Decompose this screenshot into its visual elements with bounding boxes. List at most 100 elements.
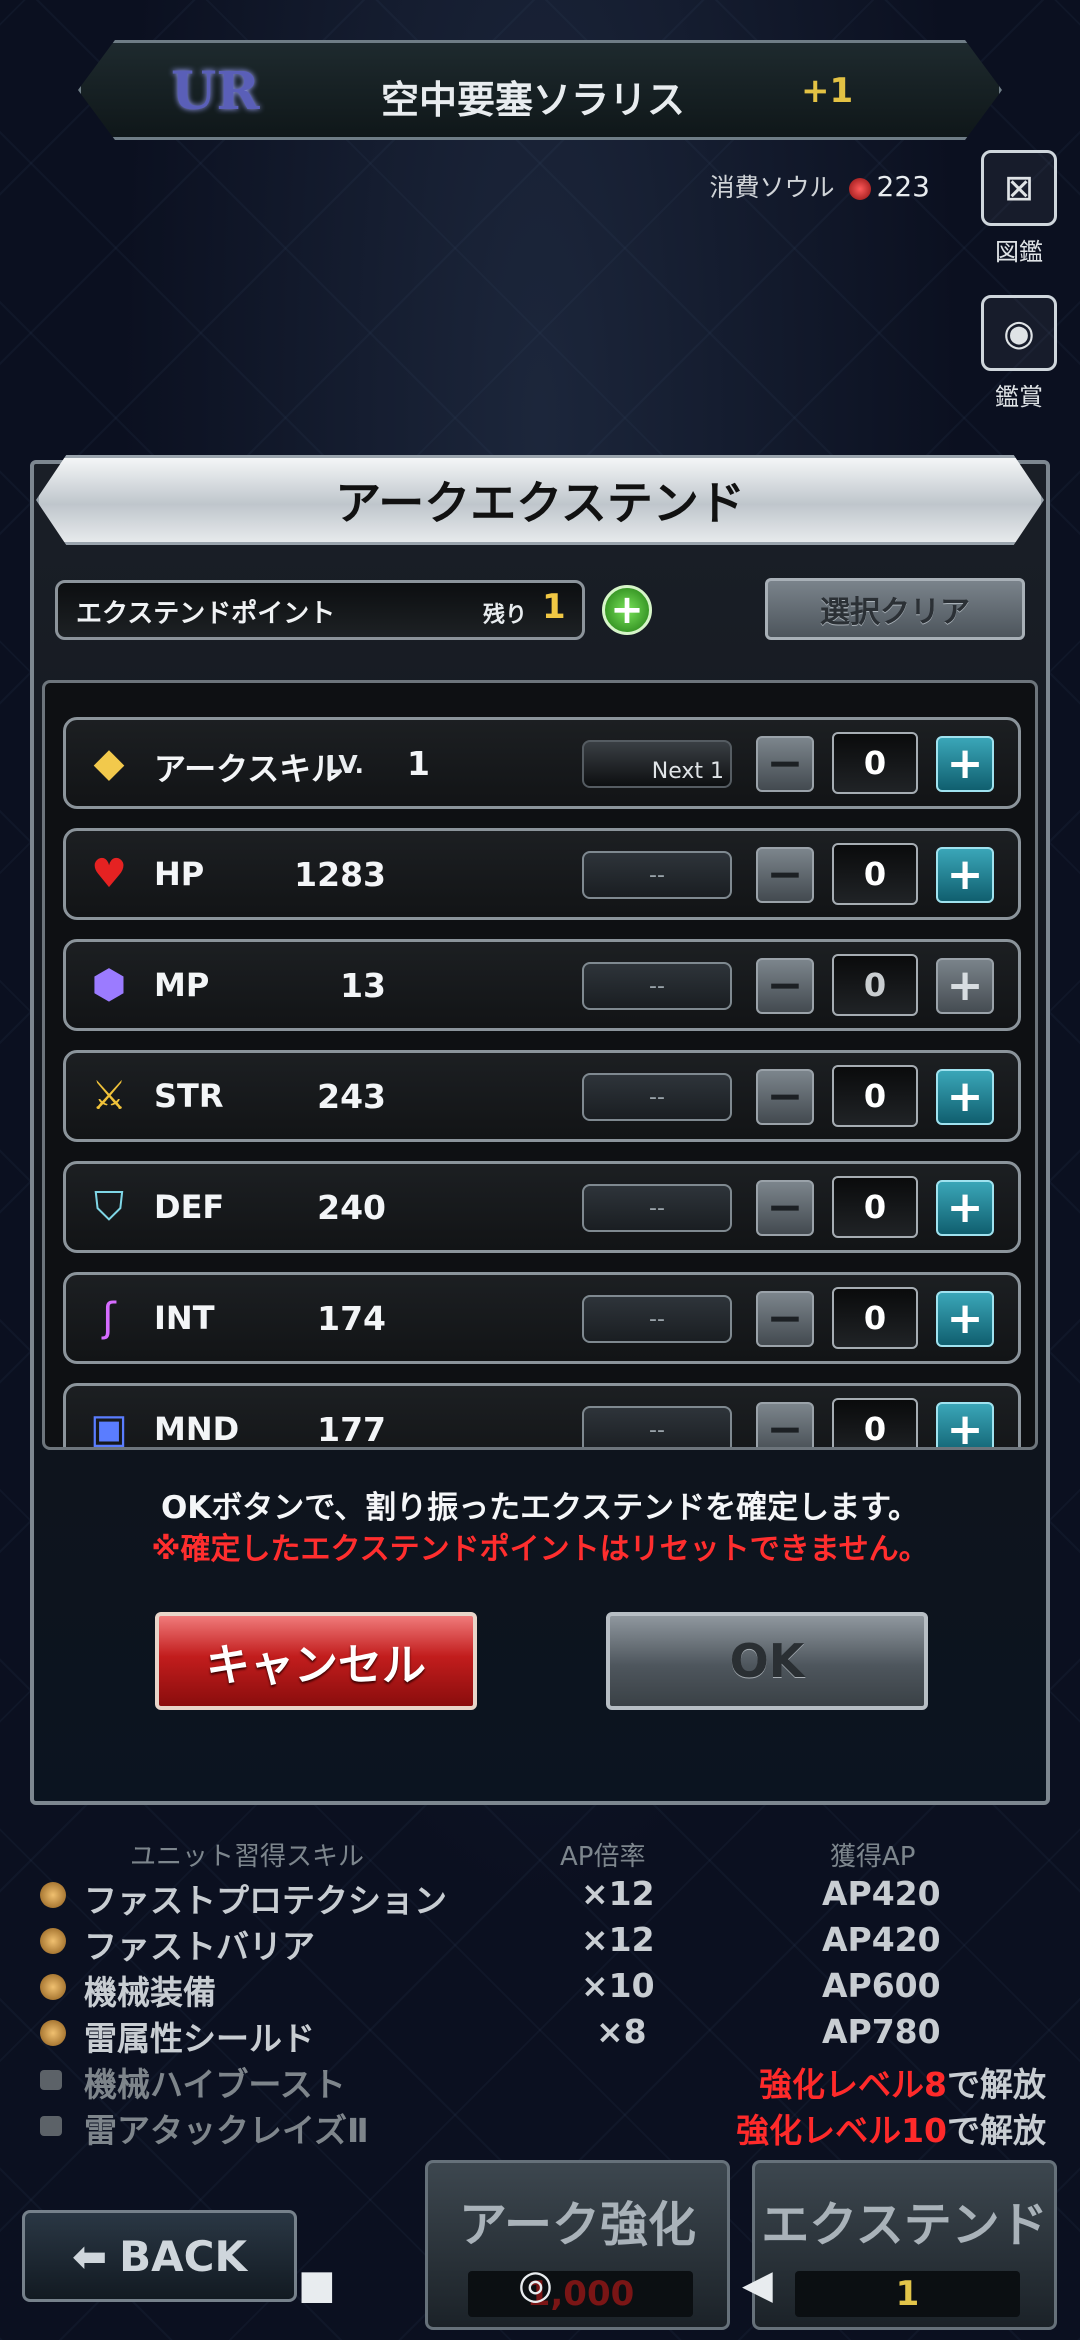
back-button[interactable]: ⬅ BACK — [22, 2210, 297, 2302]
extend-points-label: エクステンドポイント — [76, 599, 336, 629]
mnd-icon: ▣ — [90, 1406, 128, 1450]
nav-back-icon[interactable]: ◀ — [742, 2262, 773, 2308]
appraisal-button[interactable]: ◉ 鑑賞 — [974, 295, 1064, 412]
extend-points-box: エクステンドポイント 残り 1 — [55, 580, 585, 640]
skill-ap: AP780 — [822, 2012, 941, 2051]
stat-row-hp: ♥ HP 1283 -- − 0 + — [63, 828, 1021, 920]
allocated-count: 0 — [832, 1398, 918, 1447]
lock-icon — [40, 2070, 62, 2090]
stat-bar: -- — [582, 851, 732, 899]
unit-name: 空中要塞ソラリス — [381, 78, 686, 122]
stat-row-mp: ⬢ MP 13 -- − 0 + — [63, 939, 1021, 1031]
skill-row: ファストプロテクション ×12 AP420 — [36, 1872, 1046, 1920]
ok-button[interactable]: OK — [606, 1612, 928, 1710]
locked-skill-row: 雷アタックレイズⅡ 強化レベル10で解放 — [36, 2102, 1046, 2150]
unlock-level: 強化レベル8 — [759, 2065, 947, 2104]
encyclopedia-label: 図鑑 — [995, 238, 1043, 266]
skill-row: ファストバリア ×12 AP420 — [36, 1918, 1046, 1966]
skill-multiplier: ×10 — [581, 1966, 655, 2005]
stat-name: INT — [154, 1299, 215, 1337]
stat-name: MND — [154, 1410, 240, 1448]
stat-bar: -- — [582, 1073, 732, 1121]
stat-list[interactable]: ◆ アークスキル LV. 1 Next 1 − 0 + ♥ HP 1283 --… — [42, 680, 1038, 1450]
stat-value: 177 — [317, 1410, 386, 1449]
reset-warning: ※確定したエクステンドポイントはリセットできません。 — [151, 1532, 929, 1567]
ark-enhance-label: アーク強化 — [458, 2197, 697, 2253]
decrease-button[interactable]: − — [756, 847, 814, 903]
level-label: LV. — [325, 750, 364, 779]
unlock-level: 強化レベル10 — [736, 2111, 947, 2150]
decrease-button[interactable]: − — [756, 1291, 814, 1347]
skill-orb-icon — [40, 1882, 66, 1908]
stat-row-mnd: ▣ MND 177 -- − 0 + — [63, 1383, 1021, 1450]
unlock-condition: 強化レベル8で解放 — [759, 2058, 1046, 2106]
skill-name: ファストバリア — [84, 1927, 315, 1966]
extend-points: 1 — [795, 2271, 1020, 2317]
remaining-label: 残り — [483, 603, 528, 628]
heart-icon: ♥ — [91, 851, 127, 897]
add-points-button[interactable]: + — [602, 585, 652, 635]
ark-enhance-button[interactable]: アーク強化 1,000 — [425, 2160, 730, 2330]
extend-button[interactable]: エクステンド 1 — [752, 2160, 1057, 2330]
allocated-count: 0 — [832, 1287, 918, 1349]
unlock-suffix: で解放 — [947, 2065, 1046, 2104]
nav-recents-icon[interactable]: ■ — [298, 2262, 336, 2308]
soul-icon — [848, 178, 871, 200]
stat-value: 240 — [317, 1188, 386, 1227]
decrease-button[interactable]: − — [756, 1069, 814, 1125]
extend-label: エクステンド — [761, 2197, 1048, 2253]
back-arrow-icon: ⬅ — [71, 2231, 108, 2281]
next-level-bar: Next 1 — [582, 740, 732, 788]
skill-row: 機械装備 ×10 AP600 — [36, 1964, 1046, 2012]
increase-button[interactable]: + — [936, 958, 994, 1014]
decrease-button[interactable]: − — [756, 736, 814, 792]
increase-button[interactable]: + — [936, 1069, 994, 1125]
stat-row-str: ⚔ STR 243 -- − 0 + — [63, 1050, 1021, 1142]
mp-orb-icon: ⬢ — [91, 962, 127, 1008]
skills-header-multiplier: AP倍率 — [560, 1842, 646, 1872]
increase-button[interactable]: + — [936, 847, 994, 903]
stat-row-def: ⛉ DEF 240 -- − 0 + — [63, 1161, 1021, 1253]
unlock-condition: 強化レベル10で解放 — [736, 2104, 1046, 2152]
increase-button[interactable]: + — [936, 1180, 994, 1236]
appraisal-label: 鑑賞 — [995, 383, 1043, 411]
rarity-badge: UR — [171, 61, 260, 122]
skill-multiplier: ×12 — [581, 1920, 655, 1959]
skill-orb-icon — [40, 1928, 66, 1954]
nav-home-icon[interactable]: ◎ — [518, 2262, 553, 2308]
stat-value: 1 — [407, 744, 430, 783]
stat-name: MP — [154, 966, 210, 1004]
encyclopedia-button[interactable]: ⊠ 図鑑 — [974, 150, 1064, 267]
stat-bar: -- — [582, 1406, 732, 1447]
skill-ap: AP600 — [822, 1966, 941, 2005]
skill-name: 雷アタックレイズⅡ — [84, 2111, 369, 2150]
back-label: BACK — [119, 2231, 248, 2281]
stat-bar: -- — [582, 1295, 732, 1343]
stat-value: 174 — [317, 1299, 386, 1338]
allocated-count: 0 — [832, 1176, 918, 1238]
stat-row-ark-skill: ◆ アークスキル LV. 1 Next 1 − 0 + — [63, 717, 1021, 809]
increase-button[interactable]: + — [936, 736, 994, 792]
skill-multiplier: ×12 — [581, 1874, 655, 1913]
book-icon: ⊠ — [981, 150, 1057, 226]
soul-label: 消費ソウル — [709, 173, 835, 202]
stat-name: DEF — [154, 1188, 225, 1226]
unit-plus-level: +1 — [801, 71, 854, 111]
stat-value: 1283 — [294, 855, 386, 894]
skills-header-ap: 獲得AP — [830, 1842, 916, 1872]
allocated-count: 0 — [832, 732, 918, 794]
decrease-button[interactable]: − — [756, 1402, 814, 1447]
unit-title-bar: UR 空中要塞ソラリス +1 — [78, 40, 1002, 140]
stat-bar: -- — [582, 962, 732, 1010]
increase-button[interactable]: + — [936, 1291, 994, 1347]
decrease-button[interactable]: − — [756, 1180, 814, 1236]
cancel-button[interactable]: キャンセル — [155, 1612, 477, 1710]
clear-selection-button[interactable]: 選択クリア — [765, 578, 1025, 640]
skill-name: 雷属性シールド — [84, 2019, 315, 2058]
shield-icon: ⛉ — [94, 1184, 124, 1230]
stat-name: HP — [154, 855, 205, 893]
skill-ap: AP420 — [822, 1874, 941, 1913]
decrease-button[interactable]: − — [756, 958, 814, 1014]
skill-name: 機械装備 — [84, 1973, 216, 2012]
increase-button[interactable]: + — [936, 1402, 994, 1447]
